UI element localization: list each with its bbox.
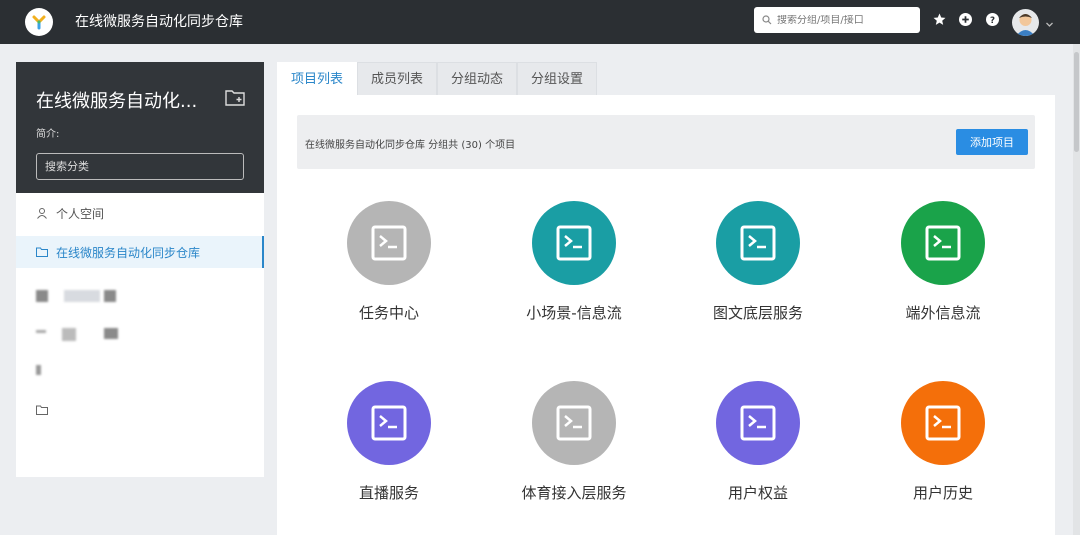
sidebar-item-label: 在线微服务自动化同步仓库 bbox=[56, 245, 201, 260]
project-icon[interactable] bbox=[716, 201, 800, 285]
project-name[interactable]: 用户历史 bbox=[868, 482, 1018, 503]
project-name[interactable]: 用户权益 bbox=[683, 482, 833, 503]
group-header: 在线微服务自动化... 简介: 搜索分类 bbox=[16, 62, 264, 193]
add-folder-icon[interactable] bbox=[225, 89, 245, 110]
sidebar: 在线微服务自动化... 简介: 搜索分类 个人空间 在线微服务自动化同步仓库 bbox=[16, 62, 264, 477]
terminal-icon bbox=[925, 225, 961, 261]
project-name[interactable]: 体育接入层服务 bbox=[499, 482, 649, 503]
folder-icon bbox=[36, 246, 48, 258]
help-icon[interactable]: ? bbox=[985, 12, 999, 26]
project-icon[interactable] bbox=[347, 201, 431, 285]
page-scrollbar[interactable] bbox=[1073, 44, 1080, 535]
project-card[interactable]: 小场景-信息流 bbox=[499, 201, 649, 323]
folder-icon bbox=[36, 404, 48, 416]
project-card[interactable]: 用户历史 bbox=[868, 381, 1018, 503]
project-name[interactable]: 图文底层服务 bbox=[683, 302, 833, 323]
redacted-item bbox=[36, 365, 41, 375]
redacted-item bbox=[104, 290, 116, 302]
scrollbar-thumb[interactable] bbox=[1074, 52, 1079, 152]
user-icon bbox=[36, 207, 48, 219]
sidebar-item-personal-space[interactable]: 个人空间 bbox=[16, 197, 264, 229]
terminal-icon bbox=[740, 225, 776, 261]
project-card[interactable]: 图文底层服务 bbox=[683, 201, 833, 323]
redacted-item bbox=[62, 328, 76, 341]
group-title: 在线微服务自动化... bbox=[36, 91, 198, 112]
sidebar-item-current-group[interactable]: 在线微服务自动化同步仓库 bbox=[16, 236, 264, 268]
search-icon bbox=[762, 15, 772, 25]
project-name[interactable]: 小场景-信息流 bbox=[499, 302, 649, 323]
group-desc-label: 简介: bbox=[36, 129, 60, 140]
redacted-item bbox=[36, 290, 48, 302]
project-card[interactable]: 直播服务 bbox=[314, 381, 464, 503]
chevron-down-icon[interactable] bbox=[1045, 14, 1054, 33]
terminal-icon bbox=[556, 225, 592, 261]
project-name[interactable]: 直播服务 bbox=[314, 482, 464, 503]
add-project-button[interactable]: 添加项目 bbox=[956, 129, 1028, 155]
logo-icon bbox=[32, 15, 46, 30]
terminal-icon bbox=[740, 405, 776, 441]
project-card[interactable]: 体育接入层服务 bbox=[499, 381, 649, 503]
category-search-input[interactable]: 搜索分类 bbox=[36, 153, 244, 180]
project-summary-bar: 在线微服务自动化同步仓库 分组共 (30) 个项目 添加项目 bbox=[297, 115, 1035, 169]
project-count-text: 在线微服务自动化同步仓库 分组共 (30) 个项目 bbox=[305, 140, 516, 151]
plus-icon[interactable] bbox=[958, 12, 972, 26]
app-logo[interactable] bbox=[25, 8, 53, 36]
tab-group-activity[interactable]: 分组动态 bbox=[437, 62, 518, 95]
sidebar-item-label: 个人空间 bbox=[56, 206, 105, 221]
project-icon[interactable] bbox=[901, 381, 985, 465]
redacted-item bbox=[104, 328, 118, 339]
project-panel: 在线微服务自动化同步仓库 分组共 (30) 个项目 添加项目 任务中心 小场景-信… bbox=[277, 95, 1055, 535]
svg-text:?: ? bbox=[989, 15, 994, 25]
avatar[interactable] bbox=[1012, 9, 1039, 36]
global-search[interactable] bbox=[754, 7, 920, 33]
project-icon[interactable] bbox=[347, 381, 431, 465]
project-name[interactable]: 端外信息流 bbox=[868, 302, 1018, 323]
sidebar-item-redacted[interactable] bbox=[16, 394, 264, 426]
terminal-icon bbox=[925, 405, 961, 441]
redacted-item bbox=[36, 330, 46, 333]
project-icon[interactable] bbox=[901, 201, 985, 285]
search-input[interactable] bbox=[777, 14, 907, 26]
tab-group-settings[interactable]: 分组设置 bbox=[517, 62, 598, 95]
terminal-icon bbox=[556, 405, 592, 441]
project-icon[interactable] bbox=[532, 201, 616, 285]
redacted-item bbox=[64, 290, 100, 302]
app-title: 在线微服务自动化同步仓库 bbox=[75, 14, 243, 30]
top-bar: 在线微服务自动化同步仓库 ? bbox=[0, 0, 1080, 44]
project-card[interactable]: 任务中心 bbox=[314, 201, 464, 323]
project-card[interactable]: 用户权益 bbox=[683, 381, 833, 503]
project-card[interactable]: 端外信息流 bbox=[868, 201, 1018, 323]
group-tabs: 项目列表 成员列表 分组动态 分组设置 bbox=[277, 62, 598, 95]
project-icon[interactable] bbox=[532, 381, 616, 465]
terminal-icon bbox=[371, 225, 407, 261]
tab-member-list[interactable]: 成员列表 bbox=[357, 62, 438, 95]
project-name[interactable]: 任务中心 bbox=[314, 302, 464, 323]
project-icon[interactable] bbox=[716, 381, 800, 465]
star-icon[interactable] bbox=[932, 12, 946, 26]
terminal-icon bbox=[371, 405, 407, 441]
tab-project-list[interactable]: 项目列表 bbox=[277, 62, 358, 95]
